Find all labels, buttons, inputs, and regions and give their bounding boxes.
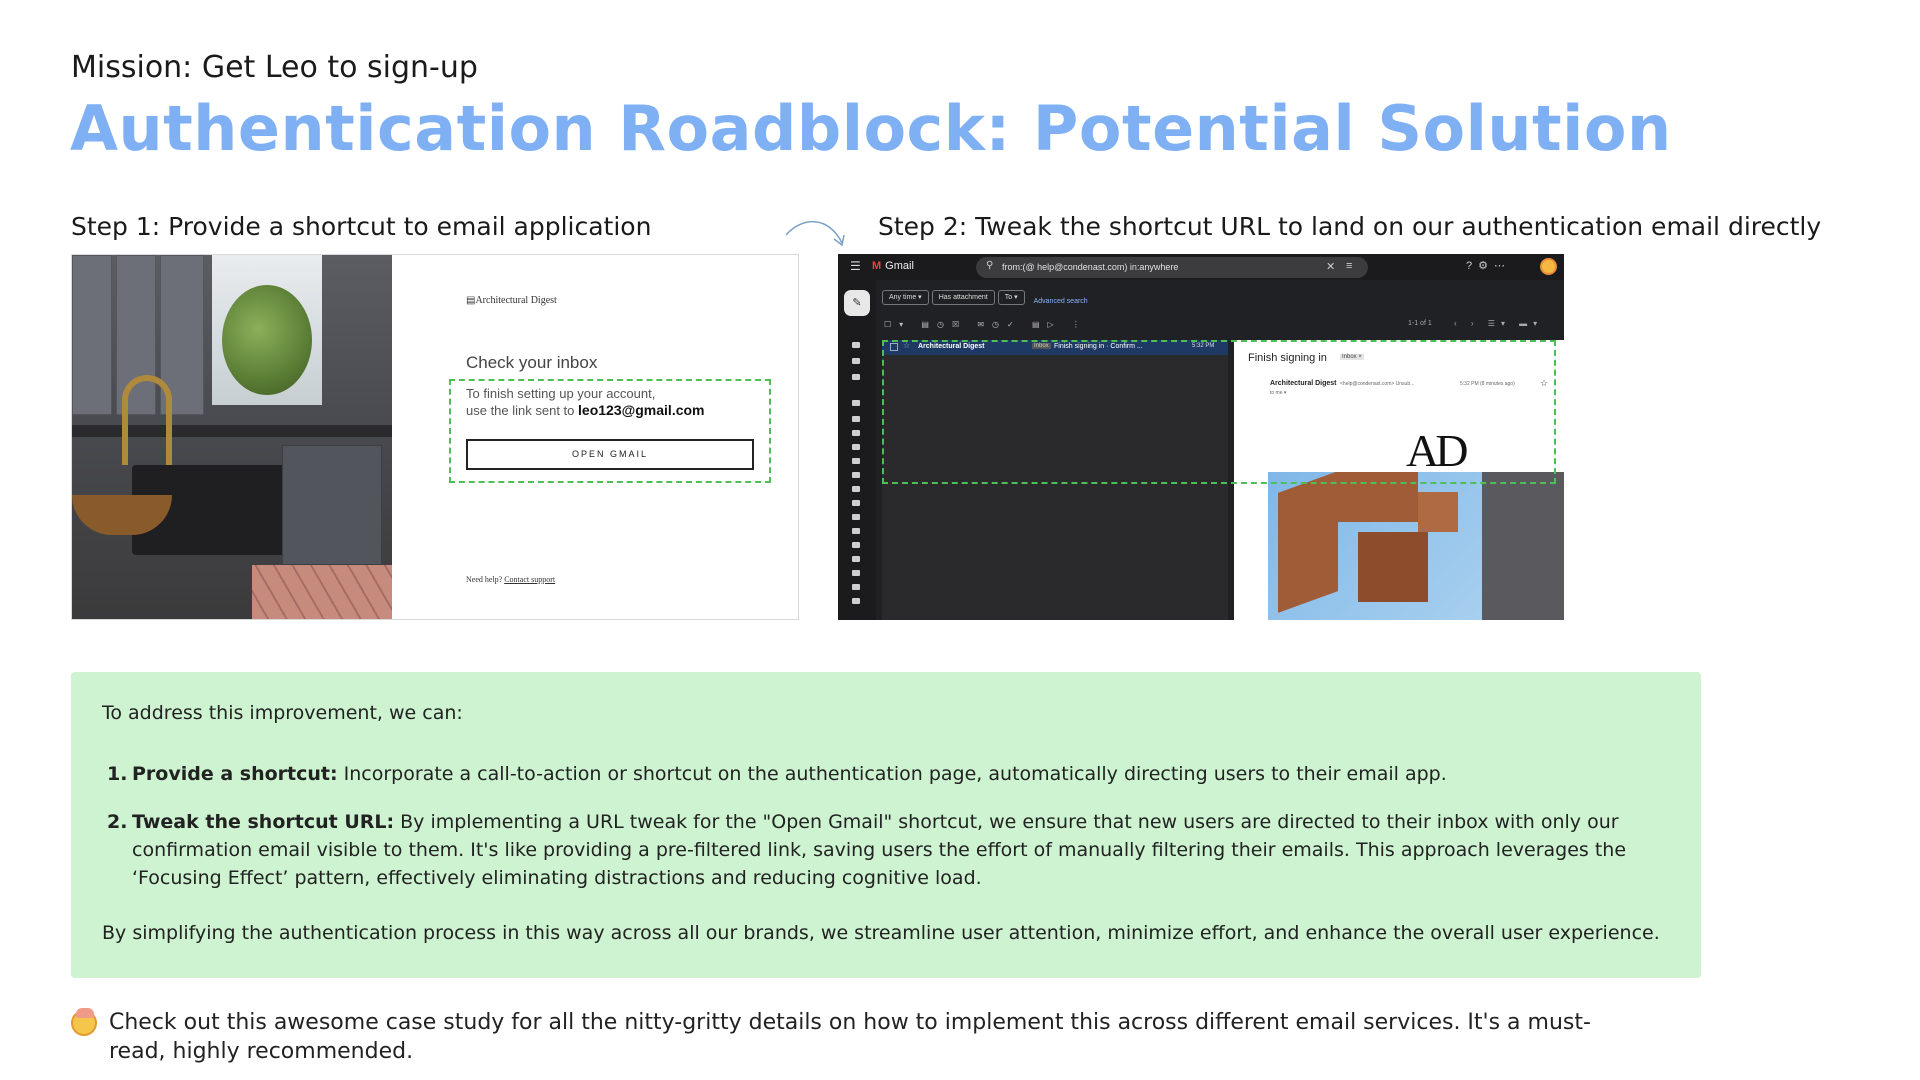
chip-any-time[interactable]: Any time ▾ [882, 290, 929, 305]
building-photo [1268, 472, 1482, 620]
inbox-icon[interactable] [852, 342, 860, 348]
list-item: 1. Provide a shortcut: Incorporate a cal… [102, 760, 1682, 788]
result-count: 1-1 of 1 [1408, 320, 1432, 327]
email-sender: Architectural Digest [1270, 380, 1337, 387]
solution-box: To address this improvement, we can: 1. … [71, 672, 1701, 978]
step2-gmail-screenshot: ☰ M Gmail ⚲ from:(@ help@condenast.com) i… [838, 254, 1564, 620]
item-number: 1. [107, 763, 128, 785]
finish-line-1: To finish setting up your account, [466, 386, 656, 401]
kitchen-photo [72, 255, 392, 619]
page-title: Authentication Roadblock: Potential Solu… [70, 92, 1672, 165]
gmail-app-name: Gmail [885, 260, 914, 272]
row-sender: Architectural Digest [918, 343, 985, 350]
avatar[interactable] [1540, 258, 1557, 275]
row-subject: Finish signing in · Confirm ... [1054, 343, 1143, 350]
search-chips: Any time ▾ Has attachment To ▾ Advanced sea… [882, 290, 1088, 309]
item-text: Incorporate a call-to-action or shortcut… [337, 763, 1447, 785]
more-icon[interactable] [852, 374, 860, 380]
clear-search-icon[interactable]: ✕ [1326, 260, 1335, 273]
solution-list: 1. Provide a shortcut: Incorporate a cal… [102, 760, 1682, 912]
pagination-controls[interactable]: ‹ › ☰▾ ▬▾ [1454, 319, 1543, 328]
label-icon[interactable] [852, 458, 860, 464]
email-recipient[interactable]: to me ▾ [1270, 390, 1286, 396]
label-icon[interactable] [852, 472, 860, 478]
star-icon[interactable]: ☆ [903, 341, 910, 350]
search-query[interactable]: from:(@ help@condenast.com) in:anywhere [1002, 262, 1178, 272]
header-icons[interactable]: ?⚙⋯ [1466, 259, 1511, 272]
solution-closing: By simplifying the authentication proces… [102, 922, 1660, 944]
gmail-topbar: ☰ M Gmail ⚲ from:(@ help@condenast.com) i… [838, 254, 1564, 280]
open-gmail-button[interactable]: OPEN GMAIL [466, 439, 754, 470]
label-icon[interactable] [852, 584, 860, 590]
finish-line-2: use the link sent to leo123@gmail.com [466, 402, 705, 419]
mission-heading: Mission: Get Leo to sign-up [71, 50, 478, 85]
check-inbox-heading: Check your inbox [466, 353, 598, 372]
search-options-icon[interactable]: ≡ [1346, 260, 1352, 272]
gmail-sidebar: ✎ [838, 280, 876, 620]
email-subject: Finish signing in [1248, 352, 1327, 364]
starred-icon[interactable] [852, 358, 860, 364]
item-title: Provide a shortcut: [132, 763, 338, 785]
compose-icon[interactable]: ✎ [844, 290, 870, 316]
email-list: ☆ Architectural Digest Inbox Finish sign… [882, 340, 1228, 620]
email-row[interactable]: ☆ Architectural Digest Inbox Finish sign… [882, 340, 1228, 355]
need-help-text: Need help? Contact support [466, 575, 555, 584]
label-icon[interactable] [852, 416, 860, 422]
label-icon[interactable] [852, 500, 860, 506]
label-icon[interactable] [852, 514, 860, 520]
advanced-search-link[interactable]: Advanced search [1034, 294, 1088, 309]
label-icon[interactable] [852, 430, 860, 436]
photo-strip [1482, 472, 1564, 620]
mail-toolbar[interactable]: ☐▾ ▤◷☒ ✉◷✓ ▤▷ ⋮ [884, 320, 1088, 329]
curved-arrow-icon [785, 221, 845, 247]
gmail-logo[interactable]: M Gmail [872, 260, 914, 272]
mind-blown-emoji-icon [71, 1008, 97, 1036]
row-checkbox[interactable] [890, 343, 898, 351]
label-icon[interactable] [852, 598, 860, 604]
email-sender-address: <help@condenast.com> Unsub... [1340, 381, 1415, 387]
step1-label: Step 1: Provide a shortcut to email appl… [71, 212, 652, 241]
label-icon[interactable] [852, 570, 860, 576]
email-star-icon[interactable]: ☆ [1540, 378, 1548, 389]
email-reading-pane: Finish signing in Inbox × Architectural … [1234, 340, 1564, 620]
step1-screenshot: ▤Architectural Digest Check your inbox T… [71, 254, 799, 620]
case-study-text[interactable]: Check out this awesome case study for al… [71, 1008, 1631, 1066]
contact-support-link[interactable]: Contact support [504, 575, 555, 584]
label-icon[interactable] [852, 444, 860, 450]
item-number: 2. [107, 811, 128, 833]
label-icon[interactable] [852, 542, 860, 548]
row-time: 5:32 PM [1192, 343, 1215, 349]
ad-logo: AD [1406, 425, 1468, 476]
row-inbox-tag: Inbox [1032, 343, 1051, 349]
case-study-note: Check out this awesome case study for al… [71, 1008, 1631, 1066]
solution-intro: To address this improvement, we can: [102, 702, 463, 724]
need-help-prefix: Need help? [466, 575, 505, 584]
gmail-search-bar[interactable]: ⚲ from:(@ help@condenast.com) in:anywher… [976, 257, 1368, 278]
email-inbox-tag[interactable]: Inbox × [1340, 354, 1364, 360]
add-label-icon[interactable] [852, 400, 860, 406]
menu-icon[interactable]: ☰ [850, 259, 861, 273]
finish-line-2-prefix: use the link sent to [466, 403, 579, 418]
search-icon[interactable]: ⚲ [986, 260, 993, 271]
chip-has-attachment[interactable]: Has attachment [931, 290, 995, 305]
finish-setup-text: To finish setting up your account, use t… [466, 385, 705, 419]
label-icon[interactable] [852, 486, 860, 492]
list-item: 2. Tweak the shortcut URL: By implementi… [102, 808, 1682, 892]
ad-logo-alt-text: Architectural Digest [475, 295, 557, 306]
step2-label: Step 2: Tweak the shortcut URL to land o… [878, 212, 1822, 241]
email-time: 5:32 PM (8 minutes ago) [1460, 381, 1515, 387]
label-icon[interactable] [852, 556, 860, 562]
user-email: leo123@gmail.com [578, 402, 705, 418]
ad-logo-image: ▤Architectural Digest [466, 295, 557, 306]
label-icon[interactable] [852, 528, 860, 534]
item-title: Tweak the shortcut URL: [132, 811, 395, 833]
chip-to[interactable]: To ▾ [997, 290, 1025, 305]
